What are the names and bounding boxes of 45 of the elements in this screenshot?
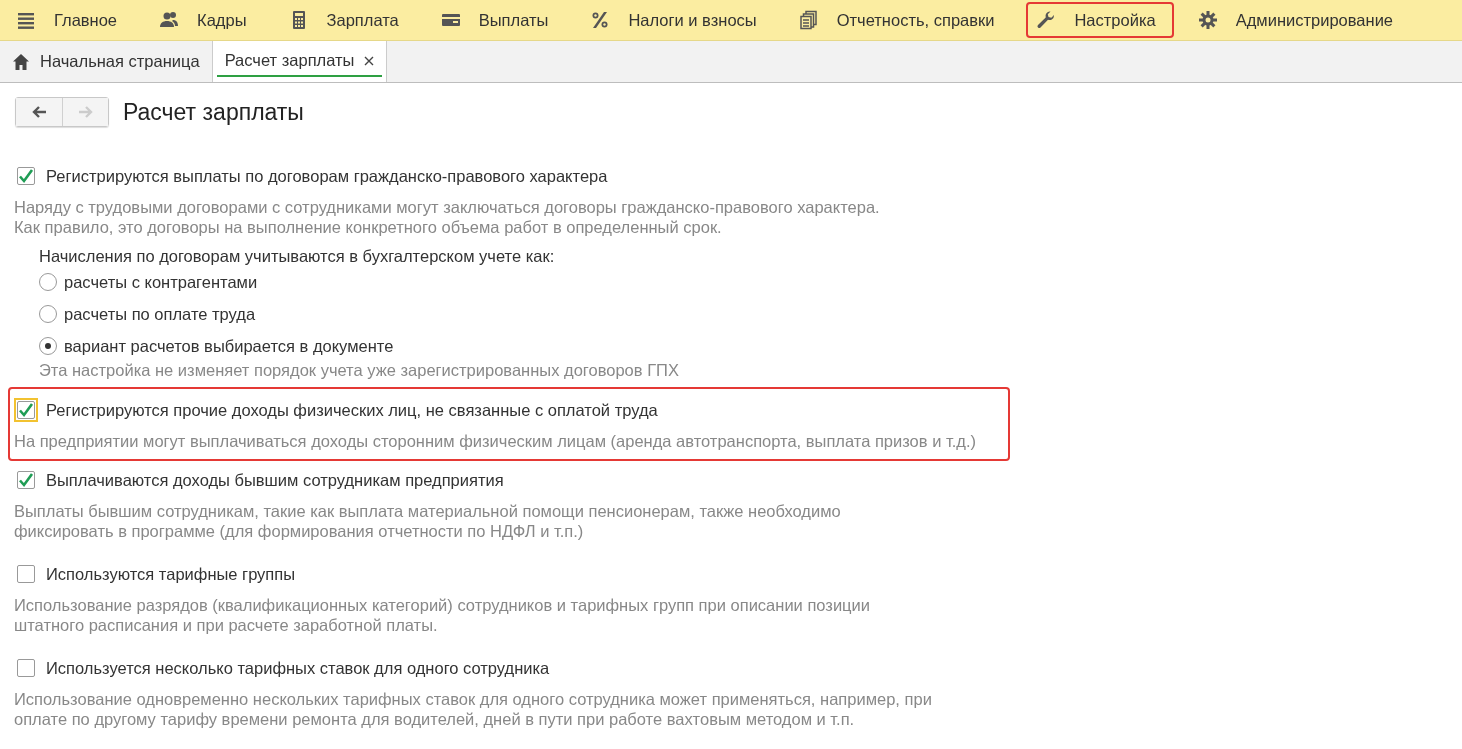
option-group-label: Начисления по договорам учитываются в бухгалтерском учете как: — [39, 246, 556, 267]
radio-button[interactable] — [39, 273, 57, 291]
back-button[interactable] — [16, 98, 62, 126]
close-icon — [364, 55, 375, 66]
documents-icon — [798, 10, 819, 30]
radio-label: вариант расчетов выбирается в документе — [64, 336, 394, 356]
radio-button[interactable] — [39, 305, 57, 323]
tab[interactable]: Начальная страница — [0, 41, 213, 82]
gear-icon — [1197, 10, 1218, 30]
tab[interactable]: Расчет зарплаты — [212, 41, 388, 82]
menu-item[interactable]: Выплаты — [430, 2, 567, 38]
radio-button[interactable] — [39, 337, 57, 355]
description-text: Использование разрядов (квалификационных категорий) сотрудников и тарифных групп при описании позиции штатного расписания и при расчете заработной платы. — [14, 595, 871, 635]
menu-item[interactable]: Зарплата — [278, 2, 417, 38]
description-text: Использование одновременно нескольких тарифных ставок для одного сотрудника может применяться, например, при оплате по другому тарифу времени ремонта для водителей, дней в пути при работе вахтовым методом и т.п. — [14, 689, 933, 729]
check-icon — [18, 472, 34, 488]
menu-item[interactable]: Отчетность, справки — [788, 2, 1013, 38]
description-text: На предприятии могут выплачиваться доходы сторонним физическим лицам (аренда автотранспорта, выплата призов и т.д.) — [14, 431, 977, 451]
home-icon — [12, 52, 30, 71]
checkbox-label: Используются тарифные группы — [46, 564, 296, 584]
menu-item[interactable]: Налоги и взносы — [580, 2, 775, 38]
radio-label: расчеты по оплате труда — [64, 304, 256, 324]
checkbox[interactable] — [17, 167, 35, 185]
checkbox[interactable] — [17, 659, 35, 677]
checkbox[interactable] — [17, 565, 35, 583]
menu-item[interactable]: Кадры — [149, 2, 265, 38]
checkbox-label: Используется несколько тарифных ставок для одного сотрудника — [46, 658, 550, 678]
right-arrow-icon — [77, 105, 94, 119]
menu-item[interactable]: Главное — [6, 2, 136, 38]
checkbox-label: Регистрируются выплаты по договорам гражданско-правового характера — [46, 166, 608, 186]
menu-item[interactable]: Администрирование — [1187, 2, 1412, 38]
radio-label: расчеты с контрагентами — [64, 272, 258, 292]
wrench-icon — [1036, 10, 1057, 30]
page-title: Расчет зарплаты — [123, 98, 304, 126]
checkbox-label: Выплачиваются доходы бывшим сотрудникам предприятия — [46, 470, 504, 490]
left-arrow-icon — [31, 105, 47, 119]
description-text: Наряду с трудовыми договорами с сотрудниками могут заключаться договоры гражданско-правового характера. Как правило, это договоры на выполнение конкретного объема работ в определенный срок. — [14, 197, 881, 237]
checkbox[interactable] — [17, 471, 35, 489]
people-icon — [159, 10, 180, 30]
description-text: Выплаты бывшим сотрудникам, такие как выплата материальной помощи пенсионерам, также необходимо фиксировать в программе (для формирования отчетности по НДФЛ и т.п.) — [14, 501, 842, 541]
check-icon — [18, 168, 34, 184]
note-text: Эта настройка не изменяет порядок учета уже зарегистрированных договоров ГПХ — [39, 361, 680, 379]
checkbox-label: Регистрируются прочие доходы физических лиц, не связанные с оплатой труда — [46, 400, 658, 420]
menu-icon — [16, 10, 36, 30]
menu-item[interactable]: Настройка — [1026, 2, 1174, 38]
